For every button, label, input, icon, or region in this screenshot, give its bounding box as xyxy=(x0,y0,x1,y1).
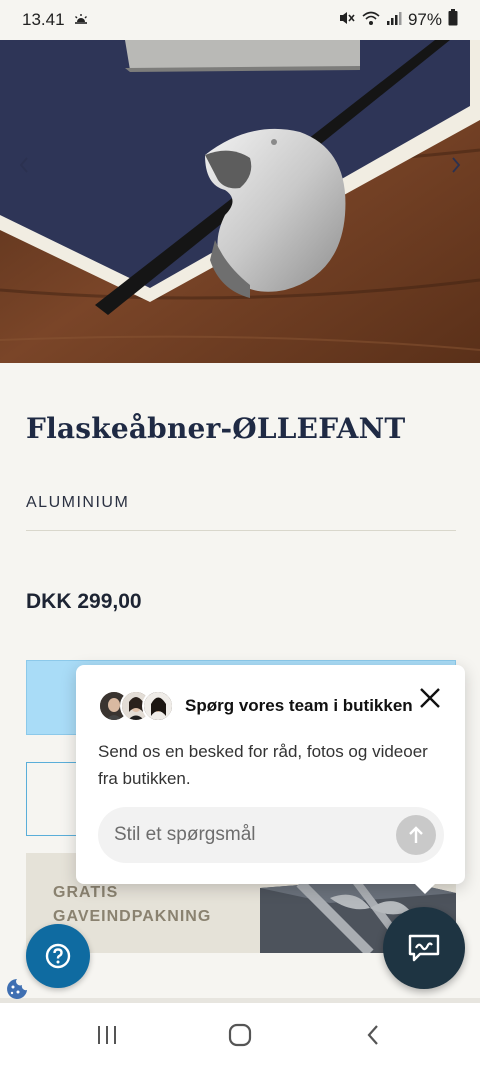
cookie-icon[interactable] xyxy=(6,978,28,1000)
gift-line-2: GAVEINDPAKNING xyxy=(53,908,212,925)
help-button[interactable] xyxy=(26,924,90,988)
chat-title: Spørg vores team i butikken xyxy=(185,696,413,715)
status-bar: 13.41 97% xyxy=(0,0,480,40)
gift-wrap-text: GRATIS GAVEINDPAKNING xyxy=(53,881,211,929)
mute-icon xyxy=(338,10,356,31)
signal-icon xyxy=(386,10,402,31)
recent-apps-icon[interactable] xyxy=(82,1010,132,1060)
wifi-icon xyxy=(362,10,380,31)
chevron-left-icon[interactable] xyxy=(12,148,36,182)
chat-description: Send os en besked for råd, fotos og vide… xyxy=(98,742,428,788)
chat-input-wrapper xyxy=(98,807,444,863)
product-photo xyxy=(0,40,480,363)
back-icon[interactable] xyxy=(348,1010,398,1060)
variant-label: ALUMINIUM xyxy=(26,494,130,511)
chevron-right-icon[interactable] xyxy=(444,148,468,182)
system-nav-bar xyxy=(0,1003,480,1067)
chat-question-input[interactable] xyxy=(98,807,388,863)
divider xyxy=(26,530,456,531)
product-title: Flaskeåbner-ØLLEFANT xyxy=(26,412,406,445)
home-icon[interactable] xyxy=(215,1010,265,1060)
chat-fab-button[interactable] xyxy=(383,907,465,989)
close-icon[interactable] xyxy=(415,683,445,713)
question-icon xyxy=(45,943,71,969)
sun-cloud-icon xyxy=(73,10,89,30)
product-price: DKK 299,00 xyxy=(26,590,142,613)
battery-icon xyxy=(448,9,458,31)
team-avatars xyxy=(98,690,174,722)
chat-icon xyxy=(408,934,440,962)
chat-popup: Spørg vores team i butikken Send os en b… xyxy=(76,665,465,894)
avatar xyxy=(142,690,174,722)
product-image[interactable] xyxy=(0,40,480,363)
gift-line-1: GRATIS xyxy=(53,884,119,901)
arrow-up-icon xyxy=(409,826,423,843)
status-right: 97% xyxy=(338,9,458,31)
send-button[interactable] xyxy=(396,815,436,855)
battery-percent: 97% xyxy=(407,10,442,29)
status-left: 13.41 xyxy=(22,10,89,30)
status-time: 13.41 xyxy=(22,10,65,29)
